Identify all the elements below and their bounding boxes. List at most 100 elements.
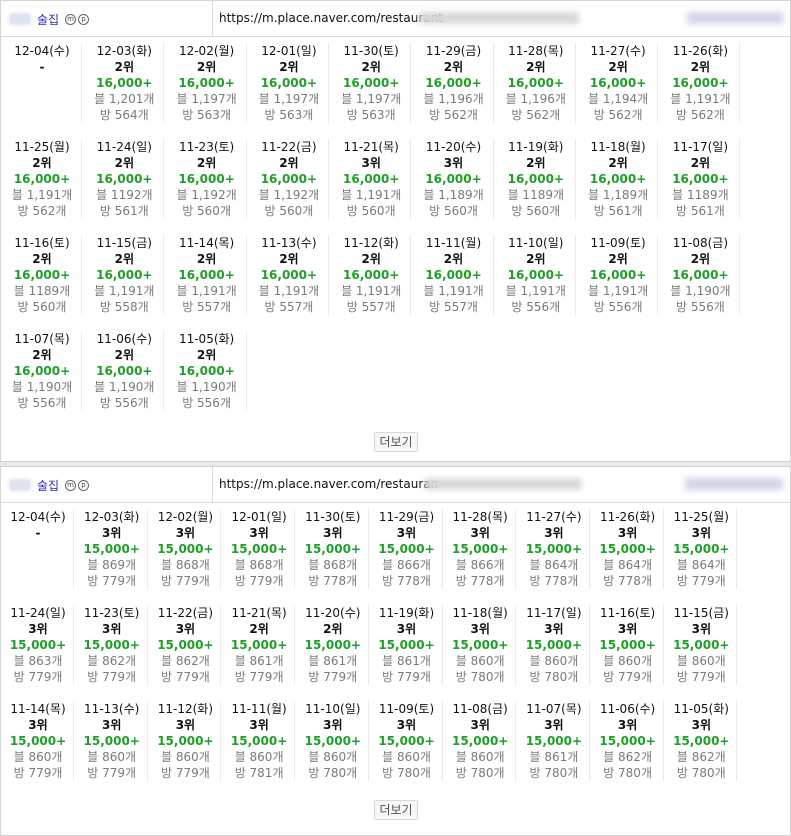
cell-price: 15,000+ bbox=[83, 542, 140, 556]
cell-blog: 블 866개 bbox=[382, 558, 431, 572]
cell-date: 11-29(금) bbox=[425, 44, 482, 58]
rank-cell: 12-01(일) 2위 16,000+ 블 1,197개 방 563개 bbox=[249, 43, 329, 123]
cell-price: 16,000+ bbox=[507, 76, 564, 90]
cell-blog: 블 1189개 bbox=[13, 284, 71, 298]
cell-rank: 2위 bbox=[443, 60, 464, 74]
rank-cell: 11-05(화) 2위 16,000+ 블 1,190개 방 556개 bbox=[167, 331, 247, 411]
cell-visit: 방 560개 bbox=[346, 204, 396, 218]
cell-price: 16,000+ bbox=[260, 268, 318, 282]
cell-blog: 블 1,197개 bbox=[176, 92, 237, 106]
place-category[interactable]: 술집 bbox=[37, 477, 59, 494]
cell-rank: 3위 bbox=[470, 718, 490, 732]
cell-rank: 2위 bbox=[690, 156, 711, 170]
cell-visit: 방 563개 bbox=[264, 108, 314, 122]
cell-price: 15,000+ bbox=[673, 542, 730, 556]
cell-price: 15,000+ bbox=[378, 638, 435, 652]
rank-cell: 11-19(화) 2위 16,000+ 블 1189개 방 560개 bbox=[496, 139, 576, 219]
rank-cell: 11-19(화) 3위 15,000+ 블 861개 방 779개 bbox=[371, 605, 443, 685]
cell-rank: 2위 bbox=[526, 156, 546, 170]
cell-blog: 블 1,197개 bbox=[258, 92, 320, 106]
rank-cell: 11-10(일) 3위 15,000+ 블 860개 방 780개 bbox=[297, 701, 369, 781]
cell-date: 11-17(일) bbox=[672, 140, 729, 154]
pc-icon[interactable]: p bbox=[78, 14, 89, 25]
cell-blog: 블 860개 bbox=[529, 654, 579, 668]
cell-date: 11-25(월) bbox=[673, 510, 729, 524]
rank-cell: 11-26(화) 2위 16,000+ 블 1,191개 방 562개 bbox=[660, 43, 741, 123]
cell-date: 11-15(금) bbox=[673, 606, 729, 620]
cell-price: 15,000+ bbox=[83, 734, 140, 748]
cell-visit: 방 779개 bbox=[87, 574, 137, 588]
cell-visit: 방 780개 bbox=[529, 670, 579, 684]
rank-cell: 11-20(수) 3위 16,000+ 블 1,189개 방 560개 bbox=[414, 139, 494, 219]
cell-rank: 3위 bbox=[443, 156, 464, 170]
cell-price: 16,000+ bbox=[589, 172, 647, 186]
cell-date: 11-30(토) bbox=[305, 510, 361, 524]
cell-rank: 3위 bbox=[691, 718, 711, 732]
cell-rank: 3위 bbox=[323, 526, 343, 540]
cell-date: 11-29(금) bbox=[378, 510, 435, 524]
cell-rank: 3위 bbox=[361, 156, 381, 170]
cell-rank: 2위 bbox=[608, 156, 628, 170]
cell-rank: 3위 bbox=[396, 718, 417, 732]
cell-visit: 방 563개 bbox=[182, 108, 231, 122]
cell-rank: 2위 bbox=[196, 252, 217, 266]
cell-date: 12-01(일) bbox=[261, 44, 317, 58]
cell-price: 15,000+ bbox=[83, 638, 140, 652]
cell-date: 11-19(화) bbox=[378, 606, 435, 620]
cell-rank: 3위 bbox=[101, 526, 122, 540]
cell-price: 16,000+ bbox=[96, 268, 153, 282]
cell-price: 16,000+ bbox=[672, 268, 729, 282]
cell-visit: 방 556개 bbox=[593, 300, 643, 314]
place-category[interactable]: 술집 bbox=[37, 11, 59, 28]
cell-price: 15,000+ bbox=[525, 734, 583, 748]
cell-date: 11-10(일) bbox=[305, 702, 361, 716]
cell-visit: 방 779개 bbox=[87, 670, 137, 684]
rank-cell: 11-07(목) 2위 16,000+ 블 1,190개 방 556개 bbox=[2, 331, 82, 411]
cell-price: 15,000+ bbox=[525, 542, 583, 556]
blurred-thumbnail bbox=[9, 479, 31, 491]
cell-date: 11-05(화) bbox=[178, 332, 235, 346]
cell-date: 11-08(금) bbox=[452, 702, 508, 716]
cell-date: 11-14(목) bbox=[178, 236, 235, 250]
cell-rank: 2위 bbox=[361, 252, 381, 266]
mobile-icon[interactable]: m bbox=[65, 480, 76, 491]
place-url[interactable]: https://m.place.naver.com/restaurant bbox=[219, 11, 443, 25]
rank-cell: 11-10(일) 2위 16,000+ 블 1,191개 방 556개 bbox=[496, 235, 576, 315]
rank-cell: 11-30(토) 2위 16,000+ 블 1,197개 방 563개 bbox=[331, 43, 412, 123]
rank-cell: 11-21(목) 2위 15,000+ 블 861개 방 779개 bbox=[223, 605, 296, 685]
cell-price: 15,000+ bbox=[378, 542, 435, 556]
cell-date: 12-03(화) bbox=[96, 44, 152, 58]
rank-cell: 11-09(토) 2위 16,000+ 블 1,191개 방 556개 bbox=[578, 235, 659, 315]
cell-blog: 블 1,190개 bbox=[176, 380, 237, 394]
cell-date: 11-27(수) bbox=[590, 44, 646, 58]
cell-blog: 블 861개 bbox=[308, 654, 358, 668]
cell-rank: 3위 bbox=[691, 526, 711, 540]
cell-price: 15,000+ bbox=[157, 542, 214, 556]
cell-visit: 방 562개 bbox=[511, 108, 561, 122]
more-button[interactable]: 더보기 bbox=[374, 800, 418, 820]
pc-icon[interactable]: p bbox=[78, 480, 89, 491]
cell-date: 11-07(목) bbox=[14, 332, 70, 346]
cell-price: 16,000+ bbox=[96, 364, 153, 378]
mobile-icon[interactable]: m bbox=[65, 14, 76, 25]
rank-cell: 11-12(화) 2위 16,000+ 블 1,191개 방 557개 bbox=[331, 235, 412, 315]
cell-visit: 방 560개 bbox=[264, 204, 314, 218]
rank-cell: 11-08(금) 3위 15,000+ 블 860개 방 780개 bbox=[444, 701, 517, 781]
place-info: 술집 m p bbox=[1, 467, 213, 502]
cell-date: 11-26(화) bbox=[672, 44, 729, 58]
cell-blog: 블 860개 bbox=[455, 750, 505, 764]
place-url[interactable]: https://m.place.naver.com/restauran bbox=[219, 477, 438, 491]
rank-cell: 11-16(토) 3위 15,000+ 블 860개 방 779개 bbox=[592, 605, 664, 685]
cell-rank: - bbox=[39, 60, 45, 74]
cell-rank: 2위 bbox=[690, 252, 711, 266]
cell-rank: 2위 bbox=[114, 348, 134, 362]
cell-visit: 방 562개 bbox=[429, 108, 478, 122]
cell-price: 15,000+ bbox=[452, 542, 509, 556]
cell-blog: 블 1,191개 bbox=[587, 284, 649, 298]
cell-date: 11-05(화) bbox=[673, 702, 729, 716]
cell-visit: 방 562개 bbox=[675, 108, 725, 122]
cell-visit: 방 779개 bbox=[308, 670, 358, 684]
more-button[interactable]: 더보기 bbox=[374, 432, 418, 452]
cell-rank: 2위 bbox=[32, 348, 52, 362]
cell-blog: 블 1,191개 bbox=[341, 284, 402, 298]
